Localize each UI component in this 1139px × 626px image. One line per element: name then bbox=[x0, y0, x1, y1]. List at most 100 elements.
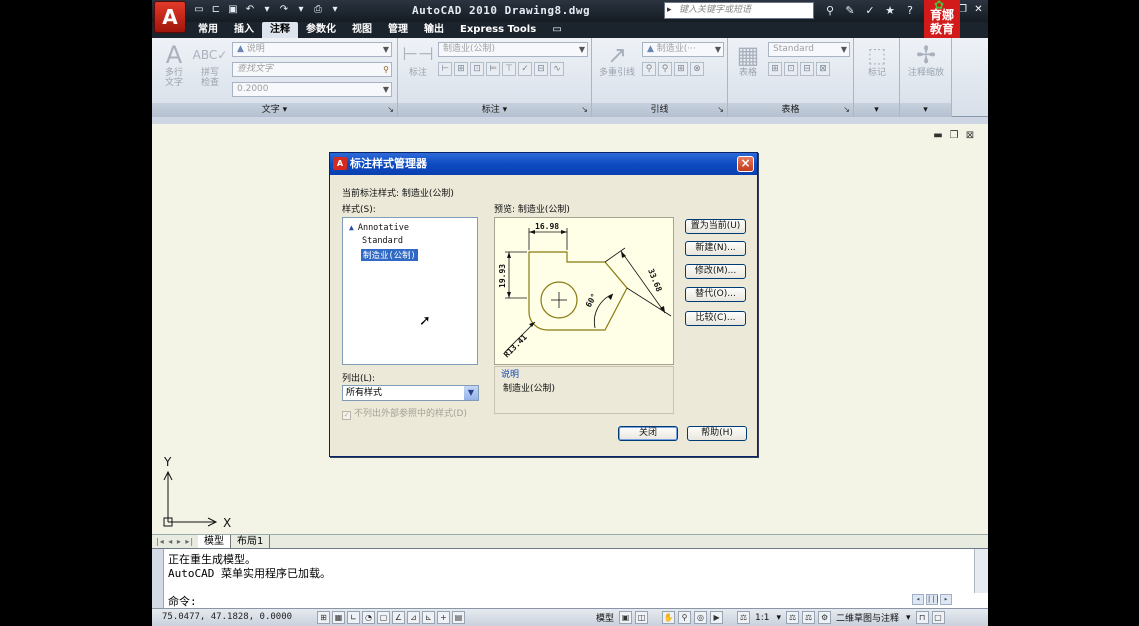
new-style-button[interactable]: 新建(N)... bbox=[685, 241, 746, 256]
find-text-input[interactable]: 查找文字 ⚲ bbox=[232, 62, 392, 77]
dim-update-icon[interactable]: ⊟ bbox=[534, 62, 548, 76]
layout-view2-icon[interactable]: ◫ bbox=[635, 611, 649, 624]
collect-leader-icon[interactable]: ⊗ bbox=[690, 62, 704, 76]
zoom-icon[interactable]: ⚲ bbox=[678, 611, 692, 624]
command-scrollbar[interactable] bbox=[974, 549, 988, 593]
undo-dropdown-icon[interactable]: ▾ bbox=[260, 3, 274, 17]
osnap-icon[interactable]: ▢ bbox=[377, 611, 390, 624]
redo-icon[interactable]: ↷ bbox=[277, 3, 291, 17]
tab-express-tools[interactable]: Express Tools bbox=[452, 22, 544, 38]
remove-leader-icon[interactable]: ⚲ bbox=[658, 62, 672, 76]
exclude-xref-checkbox[interactable]: ✓ 不列出外部参照中的样式(D) bbox=[342, 406, 467, 420]
favorites-icon[interactable]: ★ bbox=[882, 3, 898, 19]
dim-break-icon[interactable]: ⊡ bbox=[470, 62, 484, 76]
text-height-select[interactable]: 0.2000 ▼ bbox=[232, 82, 392, 97]
dim-continue-icon[interactable]: ⊢ bbox=[438, 62, 452, 76]
find-replace-icon[interactable]: ⚲ bbox=[383, 63, 389, 76]
ribbon-minimize-button[interactable]: ▭ bbox=[544, 22, 570, 38]
text-style-select[interactable]: ▲ 说明 ▼ bbox=[232, 42, 392, 57]
dim-style-select[interactable]: 制造业(公制) ▼ bbox=[438, 42, 588, 57]
annotation-visibility-icon[interactable]: ⚖ bbox=[786, 611, 800, 624]
minimize-icon[interactable]: ▬ bbox=[932, 130, 944, 142]
undo-icon[interactable]: ↶ bbox=[243, 3, 257, 17]
mleader-style-select[interactable]: ▲ 制造业(··· ▼ bbox=[642, 42, 724, 57]
new-file-icon[interactable]: ▭ bbox=[192, 3, 206, 17]
tab-layout1[interactable]: 布局1 bbox=[231, 534, 271, 549]
scroll-left-icon[interactable]: ◂ bbox=[912, 594, 924, 605]
close-icon[interactable]: ⊠ bbox=[964, 130, 976, 142]
layout-nav-arrows[interactable]: |◂ ◂ ▸ ▸| bbox=[152, 537, 198, 546]
compare-button[interactable]: 比较(C)... bbox=[685, 311, 746, 326]
upload-link-icon[interactable]: ⊠ bbox=[816, 62, 830, 76]
multiline-text-button[interactable]: A 多行 文字 bbox=[156, 42, 192, 88]
scroll-right-icon[interactable]: ▸ bbox=[940, 594, 952, 605]
text-panel-title[interactable]: 文字 ▾ ↘ bbox=[152, 103, 397, 117]
dyn-icon[interactable]: ⊾ bbox=[422, 611, 435, 624]
polar-icon[interactable]: ◔ bbox=[362, 611, 375, 624]
tab-parametric[interactable]: 参数化 bbox=[298, 22, 344, 38]
scroll-thumb[interactable]: ||| bbox=[926, 594, 940, 605]
list-filter-select[interactable]: 所有样式 ▼ bbox=[342, 385, 479, 401]
align-leader-icon[interactable]: ⊞ bbox=[674, 62, 688, 76]
dim-space-icon[interactable]: ⊤ bbox=[502, 62, 516, 76]
lineweight-icon[interactable]: + bbox=[437, 611, 450, 624]
markup-button[interactable]: ⬚ 标记 bbox=[859, 42, 895, 78]
annotation-scale[interactable]: 1:1 bbox=[753, 613, 771, 623]
ortho-icon[interactable]: ∟ bbox=[347, 611, 360, 624]
tab-output[interactable]: 输出 bbox=[416, 22, 452, 38]
extract-data-icon[interactable]: ⊡ bbox=[784, 62, 798, 76]
coordinate-readout[interactable]: 75.0477, 47.1828, 0.0000 bbox=[162, 612, 292, 622]
dim-adjust-icon[interactable]: ⊨ bbox=[486, 62, 500, 76]
annotation-scaling-button[interactable]: ✢ 注释缩放 bbox=[902, 42, 950, 78]
markup-panel-title[interactable]: ▾ bbox=[854, 103, 899, 117]
dialog-title-bar[interactable]: A 标注样式管理器 × bbox=[330, 153, 757, 175]
binoculars-icon[interactable]: ⚲ bbox=[822, 3, 838, 19]
list-item[interactable]: ▲ Annotative bbox=[349, 223, 409, 233]
help-icon[interactable]: ? bbox=[902, 3, 918, 19]
subscription-icon[interactable]: ✎ bbox=[842, 3, 858, 19]
multileader-button[interactable]: ↗ 多重引线 bbox=[594, 42, 640, 78]
table-panel-title[interactable]: 表格 ↘ bbox=[728, 103, 853, 117]
tab-insert[interactable]: 插入 bbox=[226, 22, 262, 38]
table-style-select[interactable]: Standard ▼ bbox=[768, 42, 850, 57]
workspace-switch[interactable]: 二维草图与注释 bbox=[834, 611, 901, 624]
auto-scale-icon[interactable]: ⚖ bbox=[802, 611, 816, 624]
tab-annotate[interactable]: 注释 bbox=[262, 22, 298, 38]
dim-jog-icon[interactable]: ∿ bbox=[550, 62, 564, 76]
redo-dropdown-icon[interactable]: ▾ bbox=[294, 3, 308, 17]
qat-dropdown-icon[interactable]: ▾ bbox=[328, 3, 342, 17]
dialog-launcher-icon[interactable]: ↘ bbox=[387, 103, 394, 117]
ducs-icon[interactable]: ⊿ bbox=[407, 611, 420, 624]
table-button[interactable]: ▦ 表格 bbox=[730, 42, 766, 78]
tab-view[interactable]: 视图 bbox=[344, 22, 380, 38]
list-item-selected[interactable]: 制造业(公制) bbox=[361, 249, 418, 261]
help-button[interactable]: 帮助(H) bbox=[687, 426, 747, 441]
clean-screen-icon[interactable]: ▢ bbox=[931, 611, 945, 624]
dim-quick-icon[interactable]: ⊞ bbox=[454, 62, 468, 76]
dimension-button[interactable]: ⊢⊣ 标注 bbox=[400, 42, 436, 78]
list-item[interactable]: Standard bbox=[362, 236, 403, 246]
snap-icon[interactable]: ⊞ bbox=[317, 611, 330, 624]
dialog-launcher-icon[interactable]: ↘ bbox=[581, 103, 588, 117]
command-window-handle[interactable] bbox=[152, 549, 164, 609]
close-button[interactable]: × bbox=[737, 156, 754, 172]
communication-icon[interactable]: ✓ bbox=[862, 3, 878, 19]
open-file-icon[interactable]: ⊏ bbox=[209, 3, 223, 17]
lock-icon[interactable]: ⊓ bbox=[915, 611, 929, 624]
application-menu-button[interactable]: A bbox=[154, 1, 186, 33]
data-link-icon[interactable]: ⊞ bbox=[768, 62, 782, 76]
chevron-down-icon[interactable]: ▾ bbox=[775, 613, 784, 623]
command-prompt[interactable]: 命令: bbox=[168, 593, 197, 609]
showmotion-icon[interactable]: ▶ bbox=[710, 611, 724, 624]
workspace-gear-icon[interactable]: ⚙ bbox=[818, 611, 832, 624]
modify-button[interactable]: 修改(M)... bbox=[685, 264, 746, 279]
plot-icon[interactable]: ⎙ bbox=[311, 3, 325, 17]
annotation-scaling-panel-title[interactable]: ▾ bbox=[900, 103, 951, 117]
qp-icon[interactable]: ▤ bbox=[452, 611, 465, 624]
chevron-down-icon[interactable]: ▾ bbox=[904, 613, 913, 623]
spell-check-button[interactable]: ABC✓ 拼写 检查 bbox=[192, 42, 228, 88]
close-icon[interactable]: ✕ bbox=[972, 3, 985, 17]
pan-icon[interactable]: ✋ bbox=[662, 611, 676, 624]
layout-view-icon[interactable]: ▣ bbox=[619, 611, 633, 624]
download-link-icon[interactable]: ⊟ bbox=[800, 62, 814, 76]
